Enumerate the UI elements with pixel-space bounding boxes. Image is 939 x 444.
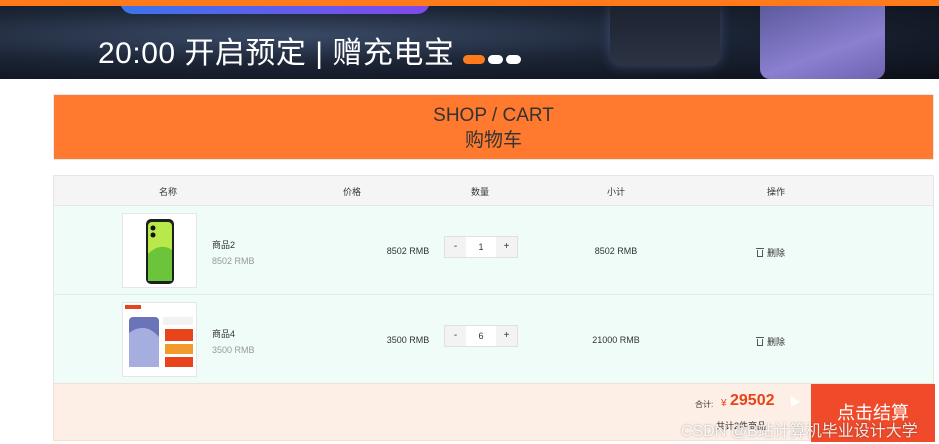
column-header-quantity: 数量 [470, 187, 490, 197]
banner-phone-purple [760, 6, 885, 79]
product-price-note: 3500 RMB [212, 345, 255, 355]
banner-glow [120, 6, 430, 14]
cart-title-cn: 购物车 [464, 130, 522, 151]
currency-symbol: ¥ [721, 398, 727, 409]
banner-text: 20:00 开启预定 | 赠充电宝 [98, 37, 455, 70]
cart-title-en: SHOP / CART [433, 105, 554, 126]
total-label: 合计: [695, 400, 714, 409]
promo-banner[interactable]: 20:00 开启预定 | 赠充电宝 [0, 6, 939, 79]
decrement-button[interactable]: - [445, 326, 466, 346]
table-row: 商品4 3500 RMB 3500 RMB - 6 + 21000 RMB 删除 [54, 295, 933, 384]
product-name[interactable]: 商品4 [212, 327, 235, 340]
cart-table: 名称 价格 数量 小计 操作 商品2 8502 RMB 8502 RMB - 1… [53, 175, 934, 385]
product-price-note: 8502 RMB [212, 256, 255, 266]
quantity-stepper: - 1 + [444, 236, 518, 258]
decrement-button[interactable]: - [445, 237, 466, 257]
watermark: CSDN @B站计算机毕业设计大学 [681, 423, 918, 440]
column-header-subtotal: 小计 [606, 187, 626, 197]
row-subtotal: 8502 RMB [594, 246, 638, 256]
cart-header: SHOP / CART 购物车 [53, 94, 934, 160]
delete-button[interactable]: 删除 [756, 335, 785, 348]
unit-price: 3500 RMB [386, 335, 430, 345]
banner-dot[interactable] [488, 55, 503, 64]
column-header-action: 操作 [766, 187, 786, 197]
banner-dot-active[interactable] [463, 55, 485, 64]
banner-pagination [463, 55, 521, 64]
quantity-input[interactable]: 6 [466, 326, 496, 346]
unit-price: 8502 RMB [386, 246, 430, 256]
trash-icon [756, 337, 764, 346]
column-header-name: 名称 [158, 187, 178, 197]
table-header: 名称 价格 数量 小计 操作 [54, 176, 933, 206]
product-name[interactable]: 商品2 [212, 238, 235, 251]
column-header-price: 价格 [342, 187, 362, 197]
product-image[interactable] [122, 213, 197, 288]
increment-button[interactable]: + [496, 237, 517, 257]
delete-label: 删除 [767, 337, 786, 347]
increment-button[interactable]: + [496, 326, 517, 346]
banner-phone-dark [610, 6, 720, 66]
delete-button[interactable]: 删除 [756, 246, 785, 259]
delete-label: 删除 [767, 248, 786, 258]
table-row: 商品2 8502 RMB 8502 RMB - 1 + 8502 RMB 删除 [54, 206, 933, 295]
product-image[interactable] [122, 302, 197, 377]
total-amount: 29502 [730, 392, 775, 409]
quantity-stepper: - 6 + [444, 325, 518, 347]
row-subtotal: 21000 RMB [592, 335, 640, 345]
banner-dot[interactable] [506, 55, 521, 64]
quantity-input[interactable]: 1 [466, 237, 496, 257]
trash-icon [756, 248, 764, 257]
